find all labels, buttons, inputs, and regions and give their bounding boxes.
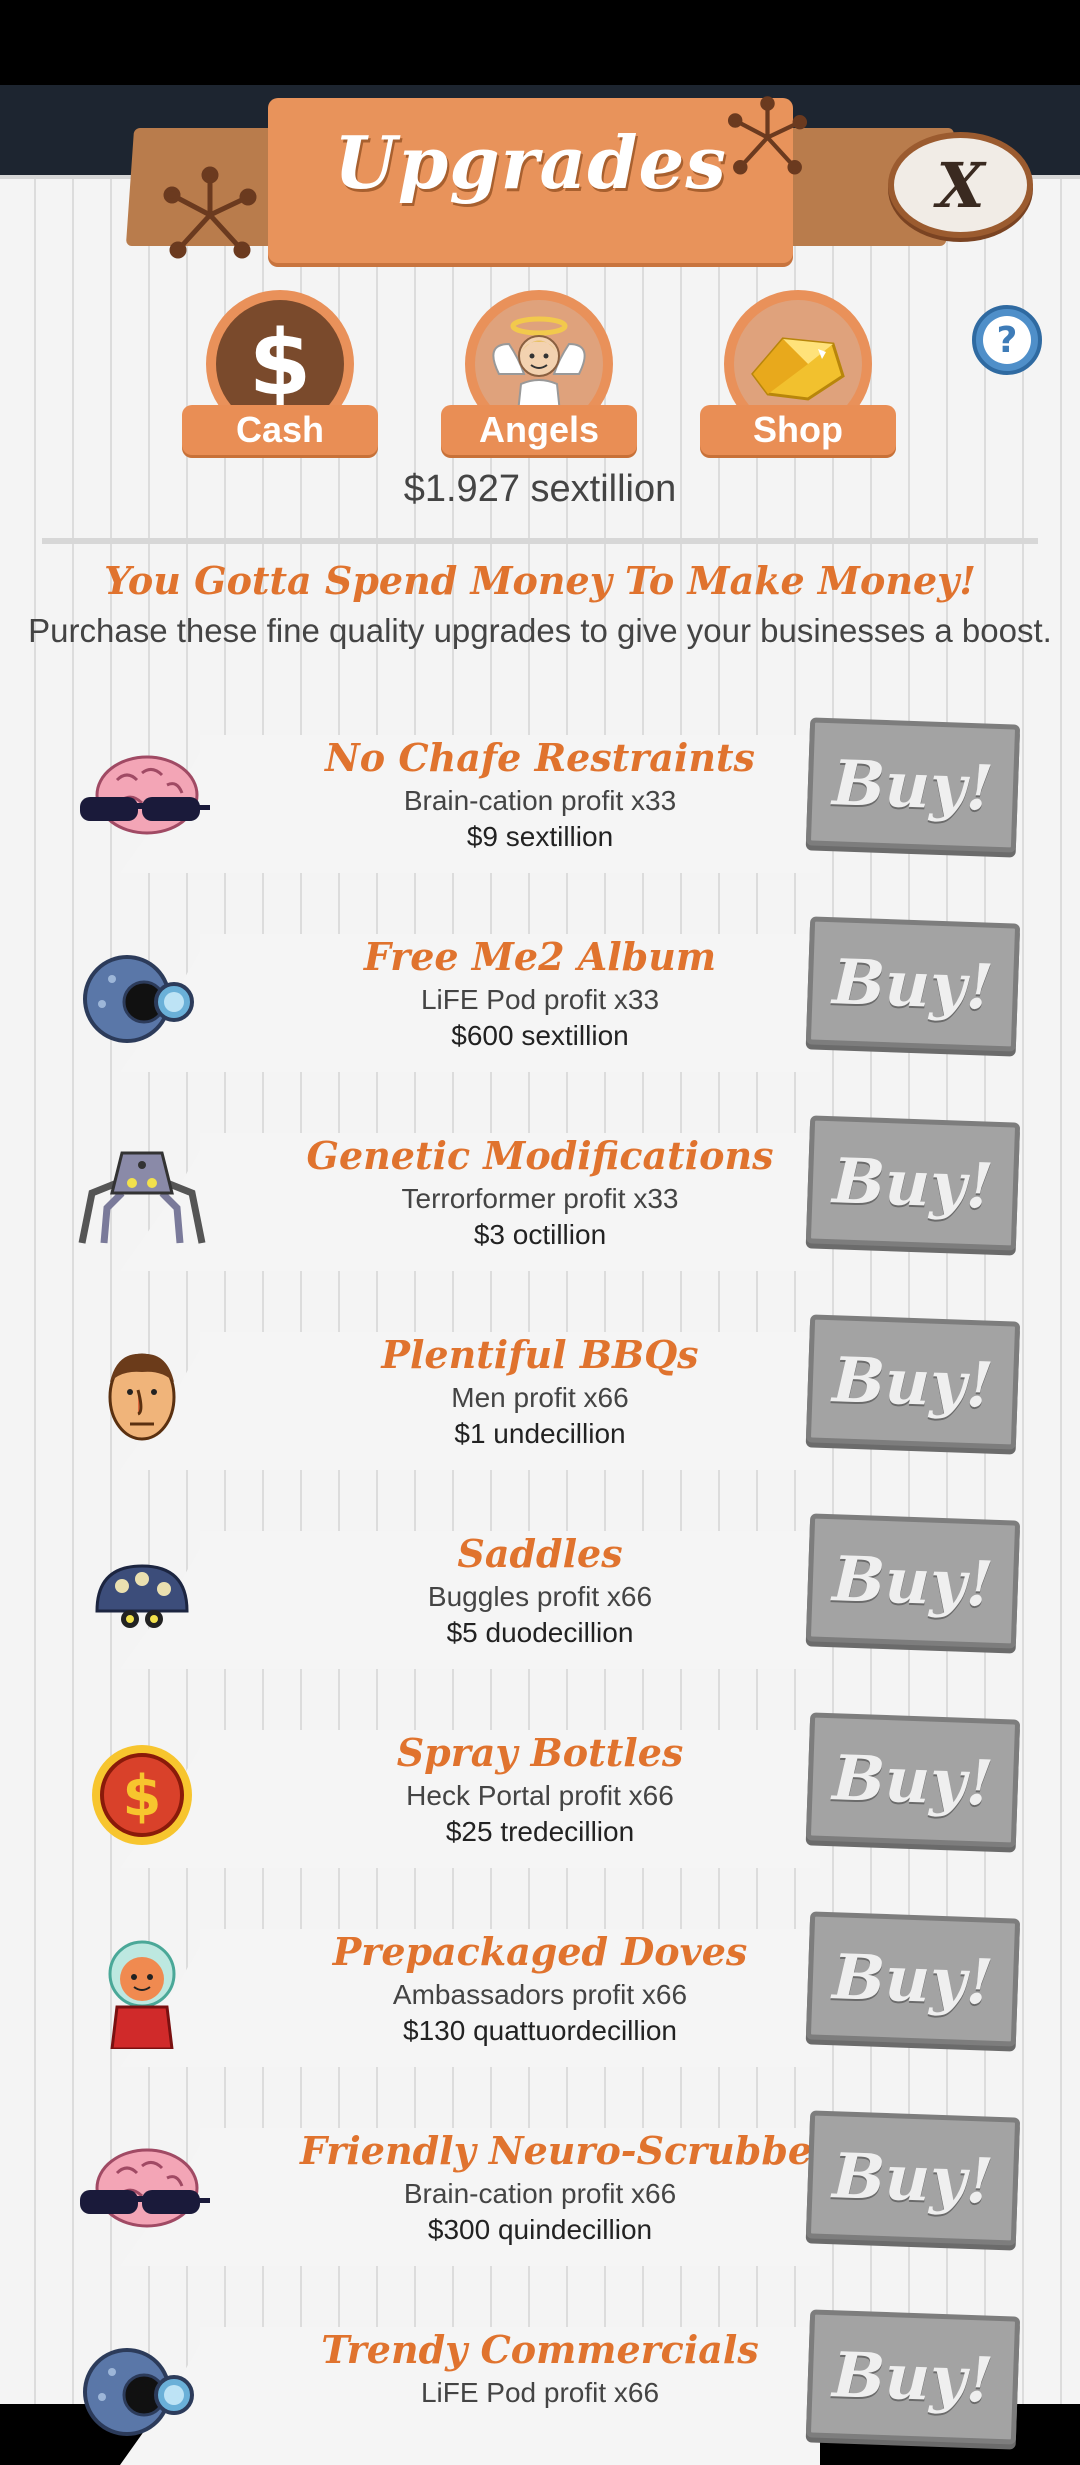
upgrade-name: Plentiful BBQs [381, 1332, 699, 1377]
upgrade-cost: $600 sextillion [451, 1020, 629, 1051]
buy-button[interactable]: Buy! [805, 1911, 1021, 2047]
upgrade-description: LiFE Pod profit x66 [420, 2377, 660, 2408]
cash-balance: $1.927 sextillion [403, 468, 677, 510]
svg-text:$: $ [123, 1764, 162, 1829]
buy-button[interactable]: Buy! [805, 1513, 1021, 1649]
pod-icon [72, 2337, 212, 2447]
man-face-icon [72, 1342, 212, 1452]
buy-button-label: Buy! [831, 745, 995, 825]
upgrade-cost: $25 tredecillion [445, 1816, 635, 1847]
starburst-right-icon [727, 96, 808, 175]
buy-button[interactable]: Buy! [805, 1115, 1021, 1251]
upgrade-name: Free Me2 Album [363, 934, 717, 979]
subtitle: Purchase these fine quality upgrades to … [28, 612, 1052, 649]
upgrade-description: Men profit x66 [451, 1382, 629, 1413]
brain-icon [72, 2138, 212, 2248]
upgrade-row: Genetic Modifications Terrorformer profi… [0, 1113, 1080, 1271]
upgrade-name: Saddles [457, 1531, 623, 1576]
upgrade-description: Brain-cation profit x33 [403, 785, 677, 816]
dollar-icon: $ [249, 311, 312, 416]
upgrade-description: Heck Portal profit x66 [406, 1780, 674, 1811]
upgrade-name: Trendy Commercials [321, 2327, 759, 2372]
upgrade-cost: $1 undecillion [454, 1418, 626, 1449]
close-icon: X [936, 148, 985, 222]
buy-button[interactable]: Buy! [805, 717, 1021, 853]
upgrade-description: Brain-cation profit x66 [403, 2178, 677, 2209]
buy-button[interactable]: Buy! [805, 1712, 1021, 1848]
help-button[interactable]: ? [972, 305, 1042, 375]
upgrade-row: Trendy Commercials LiFE Pod profit x66 B… [0, 2307, 1080, 2465]
buy-button-label: Buy! [831, 1342, 995, 1422]
buy-button-label: Buy! [831, 1740, 995, 1820]
question-icon: ? [983, 316, 1031, 364]
upgrade-description: LiFE Pod profit x33 [420, 984, 660, 1015]
buy-button-label: Buy! [831, 1541, 995, 1621]
spider-robot-icon [72, 1143, 212, 1253]
portal-icon: $ [72, 1740, 212, 1850]
upgrade-row: Prepackaged Doves Ambassadors profit x66… [0, 1909, 1080, 2067]
tab-shop[interactable]: Shop [700, 290, 896, 455]
upgrade-description: Terrorformer profit x33 [401, 1183, 679, 1214]
starburst-left-icon [163, 166, 257, 259]
tab-shop-label: Shop [700, 405, 896, 455]
buggle-icon [72, 1541, 212, 1651]
tab-angels-label: Angels [441, 405, 637, 455]
upgrade-name: No Chafe Restraints [325, 735, 755, 780]
ambassador-icon [72, 1939, 212, 2051]
upgrade-name: Genetic Modifications [306, 1133, 774, 1178]
upgrade-row: No Chafe Restraints Brain-cation profit … [0, 715, 1080, 873]
pod-icon [72, 944, 212, 1054]
upgrade-cost: $300 quindecillion [427, 2214, 653, 2245]
buy-button-label: Buy! [831, 2138, 995, 2218]
divider [42, 538, 1038, 544]
slogan: You Gotta Spend Money To Make Money! [104, 558, 976, 603]
tab-cash-label: Cash [182, 405, 378, 455]
buy-button[interactable]: Buy! [805, 2309, 1021, 2445]
buy-button-label: Buy! [831, 1939, 995, 2019]
page-title: Upgrades [334, 120, 727, 205]
brain-icon [72, 745, 212, 855]
upgrade-name: Prepackaged Doves [332, 1929, 748, 1974]
upgrade-cost: $9 sextillion [466, 821, 614, 852]
upgrade-cost: $3 octillion [473, 1219, 607, 1250]
tab-angels[interactable]: Angels [441, 290, 637, 455]
upgrade-row: Friendly Neuro-Scrubbers Brain-cation pr… [0, 2108, 1080, 2266]
svg-text:$: $ [249, 311, 312, 416]
buy-button-label: Buy! [831, 944, 995, 1024]
upgrade-name: Spray Bottles [396, 1730, 684, 1775]
buy-button[interactable]: Buy! [805, 916, 1021, 1052]
upgrade-cost: $5 duodecillion [446, 1617, 634, 1648]
close-button[interactable]: X [888, 132, 1033, 238]
upgrade-description: Buggles profit x66 [427, 1581, 653, 1612]
upgrade-row: Plentiful BBQs Men profit x66 $1 undecil… [0, 1312, 1080, 1470]
upgrade-row: $ Spray Bottles Heck Portal profit x66 $… [0, 1710, 1080, 1868]
upgrade-name: Friendly Neuro-Scrubbers [300, 2128, 854, 2173]
buy-button[interactable]: Buy! [805, 2110, 1021, 2246]
buy-button-label: Buy! [831, 2337, 995, 2417]
buy-button[interactable]: Buy! [805, 1314, 1021, 1450]
upgrade-cost: $130 quattuordecillion [403, 2015, 677, 2046]
tab-cash[interactable]: $ Cash [182, 290, 378, 455]
upgrade-row: Saddles Buggles profit x66 $5 duodecilli… [0, 1511, 1080, 1669]
buy-button-label: Buy! [831, 1143, 995, 1223]
upgrade-row: Free Me2 Album LiFE Pod profit x33 $600 … [0, 914, 1080, 1072]
upgrade-description: Ambassadors profit x66 [392, 1979, 688, 2010]
